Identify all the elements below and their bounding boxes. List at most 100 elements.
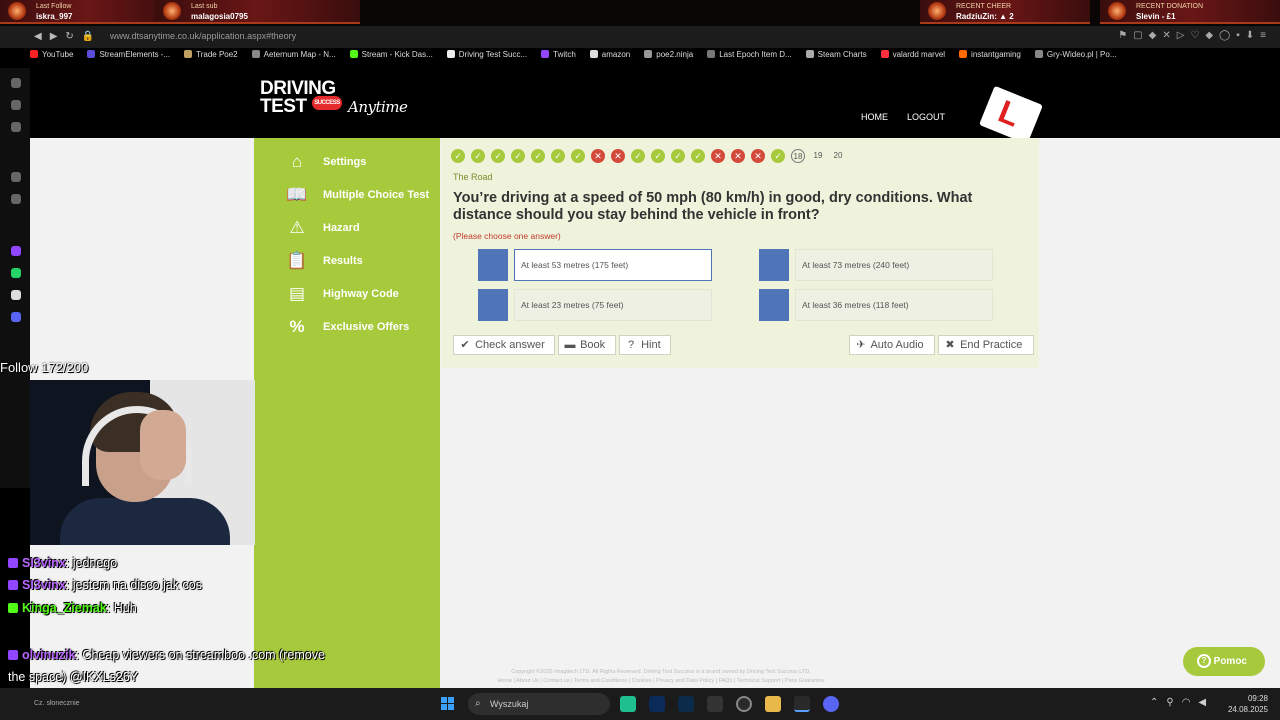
bookmark-label: Driving Test Succ...: [458, 50, 528, 59]
nav-home-link[interactable]: HOME: [861, 112, 888, 122]
progress-correct-icon[interactable]: ✓: [511, 148, 525, 163]
bookmark-label: Trade Poe2: [196, 50, 238, 59]
app-icon[interactable]: [620, 696, 636, 712]
url-field[interactable]: www.dtsanytime.co.uk/application.aspx#th…: [110, 31, 296, 41]
bookmark-item[interactable]: Trade Poe2: [184, 50, 238, 59]
screen: Last Follow iskra_997 Last sub malagosia…: [0, 0, 1280, 720]
rail-icon[interactable]: [11, 78, 21, 88]
progress-correct-icon[interactable]: ✓: [551, 148, 565, 163]
progress-correct-icon[interactable]: ✓: [531, 148, 545, 163]
clock[interactable]: 09:28 24.08.2025: [1228, 693, 1268, 715]
end-practice-button[interactable]: ✖ End Practice: [938, 335, 1034, 355]
book-button[interactable]: ▬ Book: [558, 335, 616, 355]
system-tray[interactable]: ⌃⚲◠◀: [1150, 697, 1214, 708]
progress-correct-icon[interactable]: ✓: [571, 148, 585, 163]
progress-correct-icon[interactable]: ✓: [691, 148, 705, 163]
nav-logout-link[interactable]: LOGOUT: [907, 112, 945, 122]
discord-icon[interactable]: [11, 312, 21, 322]
twitch-icon[interactable]: [11, 246, 21, 256]
bookmark-item[interactable]: Steam Charts: [805, 50, 867, 59]
progress-pending-question[interactable]: 20: [831, 151, 845, 160]
answer-option[interactable]: At least 23 metres (75 feet): [478, 289, 712, 321]
progress-correct-icon[interactable]: ✓: [471, 148, 485, 163]
chat-text: : Huh: [106, 601, 137, 615]
progress-wrong-icon[interactable]: ✕: [591, 148, 605, 163]
progress-correct-icon[interactable]: ✓: [671, 148, 685, 163]
answer-label[interactable]: At least 53 metres (175 feet): [514, 249, 712, 281]
site-logo[interactable]: DRIVING TEST SUCCESS Anytime: [260, 79, 408, 116]
site-footer: Copyright ©2025 Imagitech LTD. All Right…: [441, 668, 881, 686]
sidebar-item-label: Highway Code: [323, 288, 399, 300]
rail-icon[interactable]: [11, 122, 21, 132]
answer-checkbox[interactable]: [478, 249, 508, 281]
footer-copyright: Copyright ©2025 Imagitech LTD. All Right…: [511, 669, 811, 675]
sidebar-menu: ⌂ Settings 📖 Multiple Choice Test ⚠ Hazard 📋 Re…: [254, 138, 440, 688]
answer-label[interactable]: At least 23 metres (75 feet): [514, 289, 712, 321]
hint-label: Hint: [641, 339, 661, 351]
progress-wrong-icon[interactable]: ✕: [611, 148, 625, 163]
footer-links[interactable]: Home | About Us | Contact us | Terms and…: [441, 677, 881, 686]
browser-nav-buttons[interactable]: ◀▶↻🔒: [34, 31, 102, 42]
bookmark-label: amazon: [601, 50, 631, 59]
bookmark-item[interactable]: StreamElements -...: [87, 50, 170, 59]
progress-correct-icon[interactable]: ✓: [631, 148, 645, 163]
progress-wrong-icon[interactable]: ✕: [751, 148, 765, 163]
auto-audio-button[interactable]: ✈ Auto Audio: [849, 335, 935, 355]
progress-pending-question[interactable]: 19: [811, 151, 825, 160]
answer-checkbox[interactable]: [478, 289, 508, 321]
bookmark-item[interactable]: instantgaming: [959, 50, 1021, 59]
taskbar-search[interactable]: ⌕ Wyszukaj: [468, 693, 610, 715]
last-sub-box: Last sub malagosia0795: [155, 0, 360, 24]
discord-icon[interactable]: [823, 696, 839, 712]
browser-icon[interactable]: [794, 696, 810, 712]
answer-label[interactable]: At least 73 metres (240 feet): [795, 249, 993, 281]
answer-option[interactable]: At least 73 metres (240 feet): [759, 249, 993, 281]
bookmark-item[interactable]: Driving Test Succ...: [446, 50, 528, 59]
folder-icon[interactable]: [765, 696, 781, 712]
rail-icon[interactable]: [11, 172, 21, 182]
bookmark-item[interactable]: Twitch: [541, 50, 576, 59]
bookmark-item[interactable]: Aeternum Map - N...: [251, 50, 336, 59]
progress-correct-icon[interactable]: ✓: [491, 148, 505, 163]
bookmark-item[interactable]: poe2.ninja: [644, 50, 693, 59]
progress-wrong-icon[interactable]: ✕: [731, 148, 745, 163]
answer-option[interactable]: At least 53 metres (175 feet): [478, 249, 712, 281]
lightroom-icon[interactable]: [678, 696, 694, 712]
clock-date: 24.08.2025: [1227, 705, 1268, 714]
progress-current-question[interactable]: 18: [791, 148, 805, 163]
windows-start-icon[interactable]: [441, 697, 455, 711]
x-icon[interactable]: [11, 290, 21, 300]
app-icon[interactable]: [707, 696, 723, 712]
obs-icon[interactable]: [736, 696, 752, 712]
bookmark-item[interactable]: valardd marvel: [880, 50, 945, 59]
bookmark-label: instantgaming: [971, 50, 1021, 59]
answer-checkbox[interactable]: [759, 249, 789, 281]
browser-toolbar-icons[interactable]: ⚑▢◆✕▷♡◆◯▪⬇≡: [1118, 30, 1272, 41]
bookmark-icon: [1034, 50, 1043, 58]
check-answer-button[interactable]: ✔ Check answer: [453, 335, 555, 355]
rail-icon[interactable]: [11, 194, 21, 204]
progress-wrong-icon[interactable]: ✕: [711, 148, 725, 163]
bookmark-item[interactable]: Last Epoch Item D...: [707, 50, 792, 59]
bookmark-icon: [446, 50, 455, 58]
weather-widget[interactable]: Cz. słonecznie: [34, 700, 80, 707]
answer-checkbox[interactable]: [759, 289, 789, 321]
whatsapp-icon[interactable]: [11, 268, 21, 278]
help-button[interactable]: ? Pomoc: [1183, 647, 1265, 676]
bookmark-icon: [541, 50, 550, 58]
bookmark-item[interactable]: Gry-Wideo.pl | Po...: [1034, 50, 1117, 59]
progress-correct-icon[interactable]: ✓: [451, 148, 465, 163]
hint-button[interactable]: ? Hint: [619, 335, 671, 355]
bookmark-item[interactable]: amazon: [589, 50, 631, 59]
bookmark-item[interactable]: YouTube: [30, 50, 73, 59]
rail-icon[interactable]: [11, 100, 21, 110]
question-mark-icon: ?: [627, 339, 635, 351]
progress-correct-icon[interactable]: ✓: [651, 148, 665, 163]
bookmark-item[interactable]: Stream - Kick Das...: [349, 50, 433, 59]
book-icon: ▬: [564, 339, 576, 351]
answer-option[interactable]: At least 36 metres (118 feet): [759, 289, 993, 321]
progress-correct-icon[interactable]: ✓: [771, 148, 785, 163]
photoshop-icon[interactable]: [649, 696, 665, 712]
answer-label[interactable]: At least 36 metres (118 feet): [795, 289, 993, 321]
orb-icon: [1108, 2, 1126, 20]
